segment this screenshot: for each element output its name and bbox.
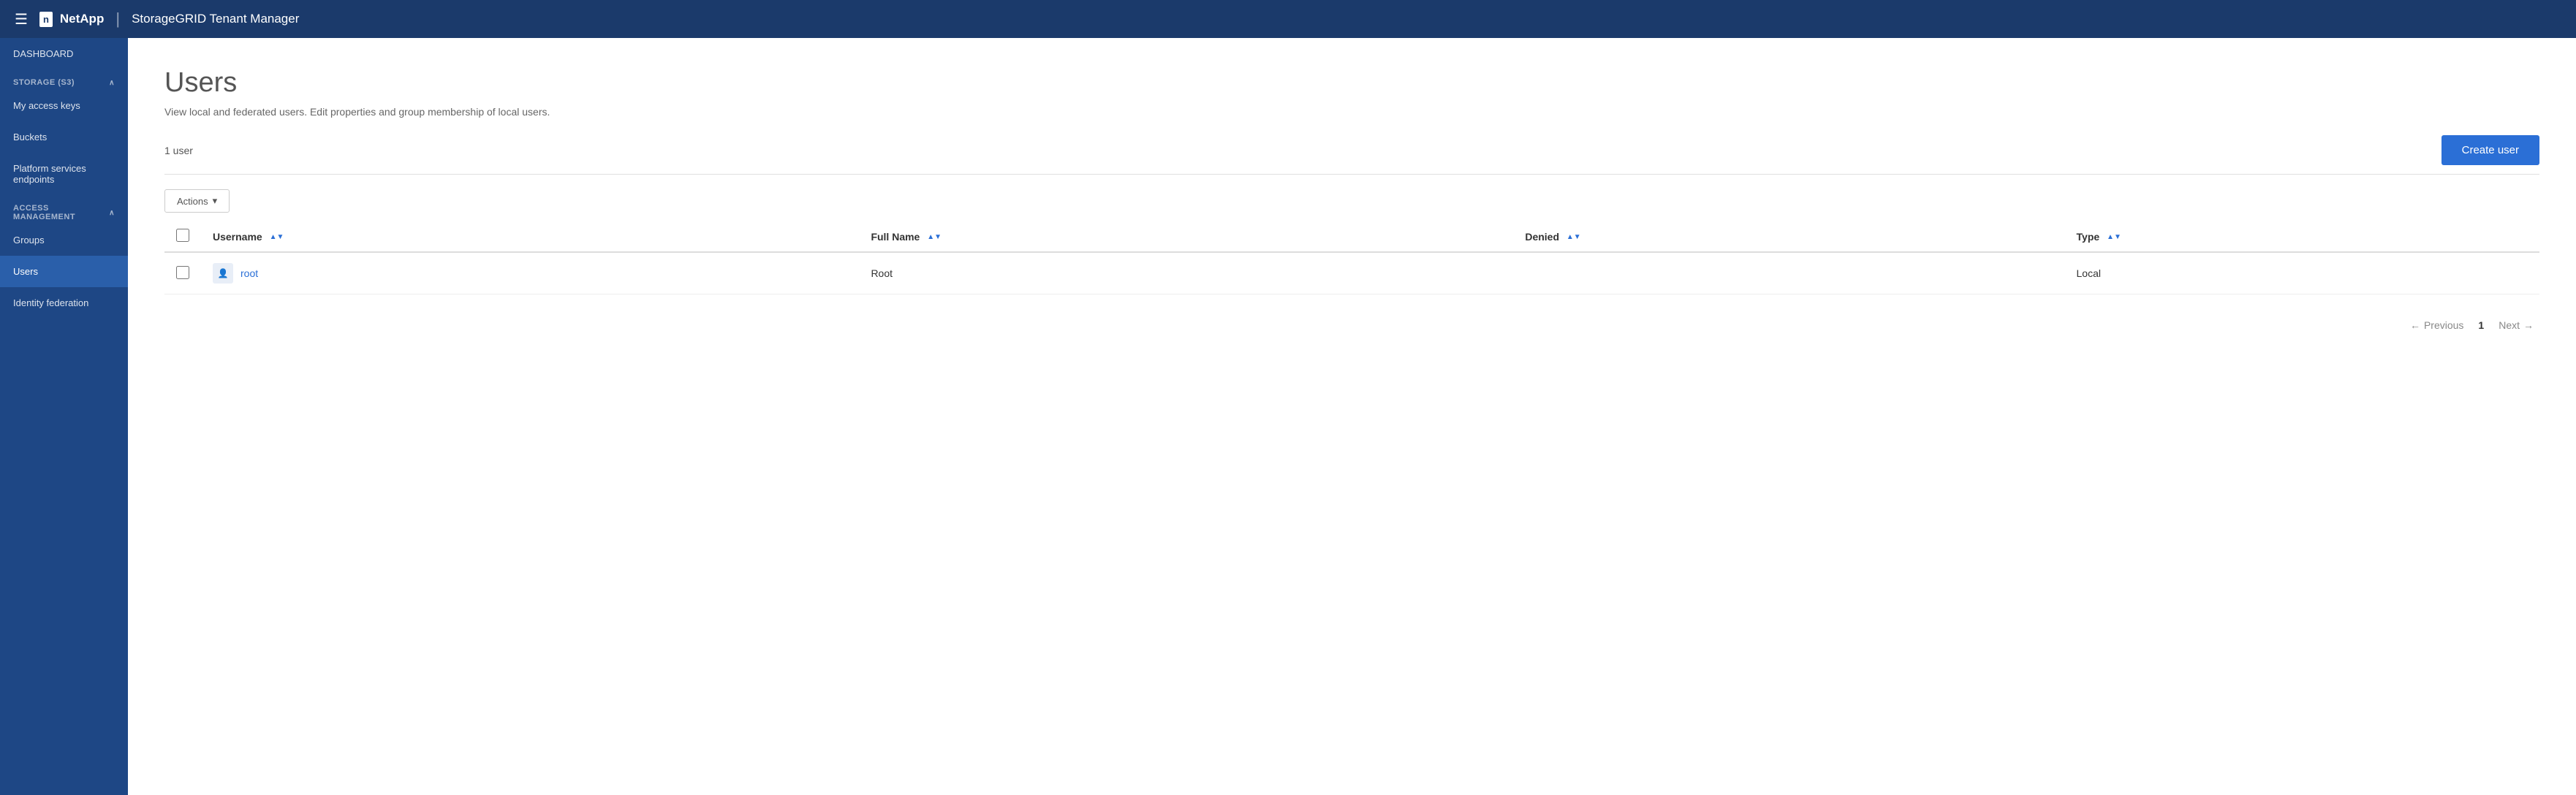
next-label: Next bbox=[2499, 319, 2520, 331]
netapp-logo: n NetApp bbox=[39, 12, 104, 27]
sidebar-item-users[interactable]: Users bbox=[0, 256, 128, 287]
previous-label: Previous bbox=[2424, 319, 2463, 331]
users-table: Username ▲▼ Full Name ▲▼ Denied ▲▼ Type … bbox=[164, 221, 2539, 294]
sidebar-item-groups[interactable]: Groups bbox=[0, 224, 128, 256]
sidebar-item-identity-federation[interactable]: Identity federation bbox=[0, 287, 128, 319]
page-description: View local and federated users. Edit pro… bbox=[164, 106, 2539, 118]
denied-sort-icon: ▲▼ bbox=[1567, 234, 1581, 241]
row-select-cell[interactable] bbox=[164, 252, 201, 294]
row-user-icon: 👤 bbox=[213, 263, 233, 284]
sidebar-item-buckets[interactable]: Buckets bbox=[0, 121, 128, 153]
content-area: Users View local and federated users. Ed… bbox=[128, 38, 2576, 795]
select-all-checkbox[interactable] bbox=[176, 229, 189, 242]
col-denied[interactable]: Denied ▲▼ bbox=[1513, 221, 2064, 252]
actions-label: Actions bbox=[177, 196, 208, 207]
right-arrow-icon: → bbox=[2523, 319, 2534, 331]
topbar-divider: | bbox=[115, 9, 120, 28]
fullname-sort-icon: ▲▼ bbox=[927, 234, 942, 241]
sidebar-section-access-mgmt[interactable]: ACCESS MANAGEMENT ∧ bbox=[0, 195, 128, 224]
access-mgmt-caret: ∧ bbox=[109, 209, 115, 217]
select-all-cell[interactable] bbox=[164, 221, 201, 252]
username-sort-icon: ▲▼ bbox=[270, 234, 284, 241]
hamburger-menu[interactable]: ☰ bbox=[15, 10, 28, 28]
left-arrow-icon: ← bbox=[2410, 319, 2420, 331]
netapp-logo-icon: n bbox=[39, 12, 53, 27]
actions-row: Actions ▾ bbox=[164, 189, 2539, 213]
storage-caret: ∧ bbox=[109, 79, 115, 87]
col-type[interactable]: Type ▲▼ bbox=[2065, 221, 2539, 252]
main-layout: DASHBOARD STORAGE (S3) ∧ My access keys … bbox=[0, 38, 2576, 795]
sidebar-item-platform-services[interactable]: Platform services endpoints bbox=[0, 153, 128, 195]
pagination-current-page: 1 bbox=[2478, 319, 2484, 331]
sidebar-item-my-access-keys[interactable]: My access keys bbox=[0, 90, 128, 121]
user-count: 1 user bbox=[164, 145, 193, 156]
row-denied-cell bbox=[1513, 252, 2064, 294]
table-row: 👤 root Root Local bbox=[164, 252, 2539, 294]
row-username-cell: 👤 root bbox=[201, 252, 859, 294]
table-body: 👤 root Root Local bbox=[164, 252, 2539, 294]
netapp-logo-text: NetApp bbox=[60, 12, 104, 26]
sidebar: DASHBOARD STORAGE (S3) ∧ My access keys … bbox=[0, 38, 128, 795]
row-type-cell: Local bbox=[2065, 252, 2539, 294]
create-user-button[interactable]: Create user bbox=[2441, 135, 2539, 165]
table-header: Username ▲▼ Full Name ▲▼ Denied ▲▼ Type … bbox=[164, 221, 2539, 252]
actions-caret: ▾ bbox=[213, 195, 218, 207]
row-username-link[interactable]: root bbox=[240, 267, 258, 279]
sidebar-section-storage[interactable]: STORAGE (S3) ∧ bbox=[0, 69, 128, 90]
type-sort-icon: ▲▼ bbox=[2107, 234, 2121, 241]
row-checkbox[interactable] bbox=[176, 266, 189, 279]
page-title: Users bbox=[164, 67, 2539, 99]
col-full-name[interactable]: Full Name ▲▼ bbox=[859, 221, 1513, 252]
topbar: ☰ n NetApp | StorageGRID Tenant Manager bbox=[0, 0, 2576, 38]
app-title: StorageGRID Tenant Manager bbox=[132, 12, 299, 26]
pagination-row: ← Previous 1 Next → bbox=[164, 316, 2539, 334]
actions-button[interactable]: Actions ▾ bbox=[164, 189, 230, 213]
previous-button[interactable]: ← Previous bbox=[2404, 316, 2469, 334]
col-username[interactable]: Username ▲▼ bbox=[201, 221, 859, 252]
sidebar-item-dashboard[interactable]: DASHBOARD bbox=[0, 38, 128, 69]
next-button[interactable]: Next → bbox=[2493, 316, 2539, 334]
toolbar-row: 1 user Create user bbox=[164, 135, 2539, 175]
row-fullname-cell: Root bbox=[859, 252, 1513, 294]
